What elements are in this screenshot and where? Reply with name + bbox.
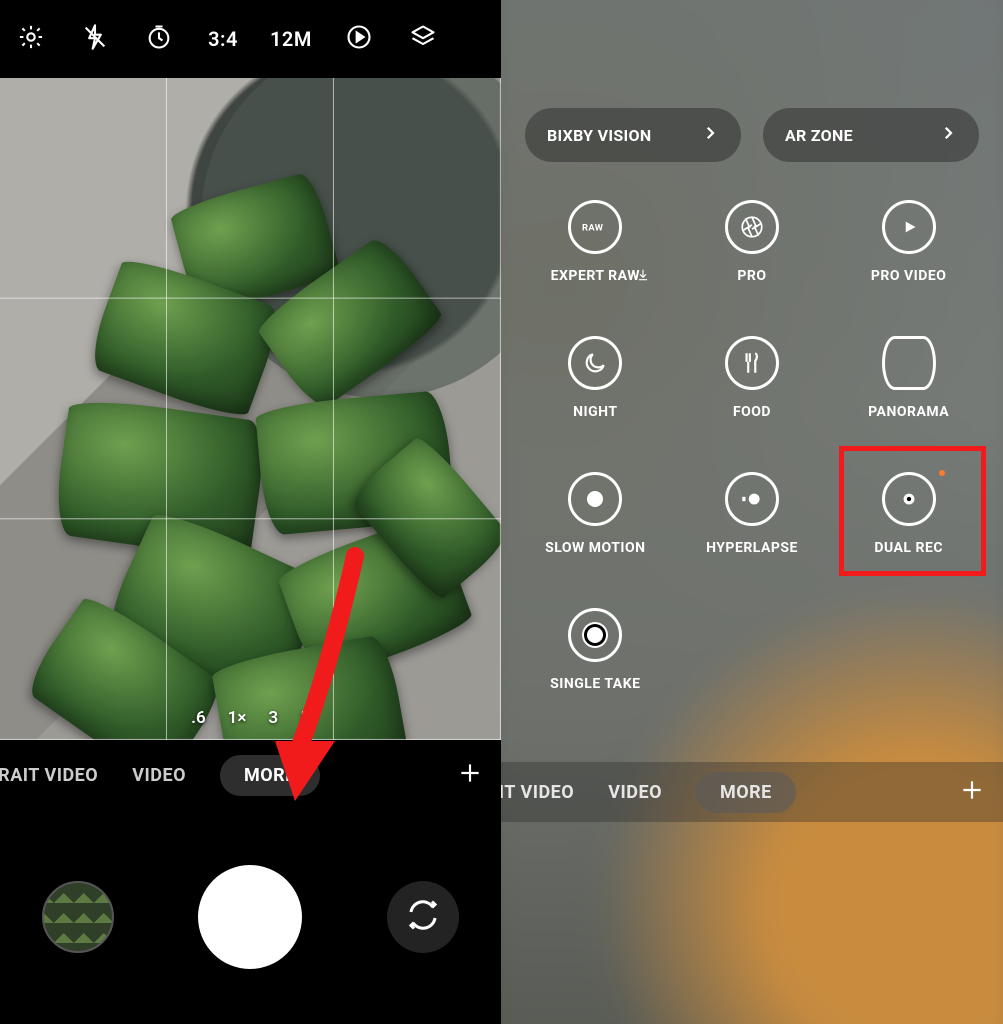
edit-modes-button[interactable] — [957, 777, 987, 807]
viewfinder[interactable]: .6 1× 3 5 — [0, 78, 501, 740]
mode-pro[interactable]: PRO — [674, 200, 831, 284]
expert-raw-icon: RAW — [568, 200, 622, 254]
zoom-tray: .6 1× 3 5 — [191, 708, 310, 728]
mode-night[interactable]: NIGHT — [517, 336, 674, 420]
ar-zone-chip[interactable]: AR ZONE — [763, 108, 979, 162]
mode-label: SINGLE TAKE — [550, 676, 640, 692]
zoom-5x[interactable]: 5 — [300, 708, 310, 728]
moon-icon — [568, 336, 622, 390]
mode-label: EXPERT RAW — [551, 268, 640, 284]
mode-pro-video[interactable]: PRO VIDEO — [830, 200, 987, 284]
panorama-icon — [882, 336, 936, 390]
mode-video[interactable]: VIDEO — [132, 765, 186, 786]
bixby-vision-chip[interactable]: BIXBY VISION — [525, 108, 741, 162]
mode-label: NIGHT — [573, 404, 617, 420]
chip-label: BIXBY VISION — [547, 126, 651, 145]
chevron-right-icon — [701, 124, 719, 146]
timer-button[interactable] — [142, 23, 176, 55]
mode-slow-motion[interactable]: SLOW MOTION — [517, 472, 674, 556]
mode-label: PRO — [737, 268, 766, 284]
plus-icon — [959, 777, 985, 807]
mode-expert-raw[interactable]: RAW EXPERT RAW — [517, 200, 674, 284]
aperture-icon — [725, 200, 779, 254]
camera-more-screen: BIXBY VISION AR ZONE RAW EXPERT RAW — [501, 0, 1003, 1024]
mode-portrait-video[interactable]: RTRAIT VIDEO — [501, 782, 574, 803]
gear-icon — [17, 23, 45, 55]
mode-selector[interactable]: PORTRAIT VIDEO VIDEO MORE — [0, 740, 501, 810]
flash-off-icon — [81, 23, 109, 55]
hyperlapse-icon — [725, 472, 779, 526]
shutter-button[interactable] — [198, 865, 302, 969]
mode-label: DUAL REC — [874, 540, 943, 556]
mode-food[interactable]: FOOD — [674, 336, 831, 420]
motion-photo-button[interactable] — [342, 23, 376, 55]
zoom-3x[interactable]: 3 — [268, 708, 278, 728]
single-take-icon — [568, 608, 622, 662]
mode-label: FOOD — [733, 404, 771, 420]
mode-video[interactable]: VIDEO — [608, 782, 662, 803]
layers-icon — [409, 23, 437, 55]
new-dot-indicator — [939, 470, 945, 476]
mode-more[interactable]: MORE — [220, 755, 320, 796]
edit-modes-button[interactable] — [455, 760, 485, 790]
settings-button[interactable] — [14, 23, 48, 55]
zoom-1x[interactable]: 1× — [228, 708, 247, 728]
aspect-ratio-button[interactable]: 3:4 — [206, 27, 240, 51]
plus-icon — [457, 760, 483, 790]
switch-camera-button[interactable] — [387, 881, 459, 953]
slow-motion-icon — [568, 472, 622, 526]
mode-label: PRO VIDEO — [871, 268, 947, 284]
shutter-row — [0, 810, 501, 1024]
svg-text:RAW: RAW — [582, 223, 604, 234]
timer-icon — [145, 23, 173, 55]
mode-more[interactable]: MORE — [696, 772, 796, 813]
chevron-right-icon — [939, 124, 957, 146]
switch-camera-icon — [405, 897, 441, 937]
mode-dual-rec[interactable]: DUAL REC — [830, 472, 987, 556]
top-chips: BIXBY VISION AR ZONE — [501, 108, 1003, 162]
chip-label: AR ZONE — [785, 126, 853, 145]
pro-video-icon — [882, 200, 936, 254]
gallery-thumbnail[interactable] — [42, 881, 114, 953]
resolution-button[interactable]: 12M — [270, 27, 312, 51]
mode-grid: RAW EXPERT RAW PRO PRO VIDEO — [501, 200, 1003, 692]
food-icon — [725, 336, 779, 390]
mode-label: PANORAMA — [868, 404, 949, 420]
mode-label: HYPERLAPSE — [706, 540, 798, 556]
mode-portrait-video[interactable]: PORTRAIT VIDEO — [0, 765, 98, 786]
motion-photo-icon — [345, 23, 373, 55]
gridlines — [0, 78, 501, 740]
zoom-wide[interactable]: .6 — [191, 708, 206, 728]
mode-single-take[interactable]: SINGLE TAKE — [517, 608, 674, 692]
filters-button[interactable] — [406, 23, 440, 55]
camera-main-screen: 3:4 12M — [0, 0, 501, 1024]
flash-button[interactable] — [78, 23, 112, 55]
dual-rec-icon — [882, 472, 936, 526]
mode-label: SLOW MOTION — [545, 540, 645, 556]
mode-panorama[interactable]: PANORAMA — [830, 336, 987, 420]
mode-hyperlapse[interactable]: HYPERLAPSE — [674, 472, 831, 556]
topbar: 3:4 12M — [0, 0, 501, 78]
mode-selector[interactable]: RTRAIT VIDEO VIDEO MORE — [501, 762, 1003, 822]
